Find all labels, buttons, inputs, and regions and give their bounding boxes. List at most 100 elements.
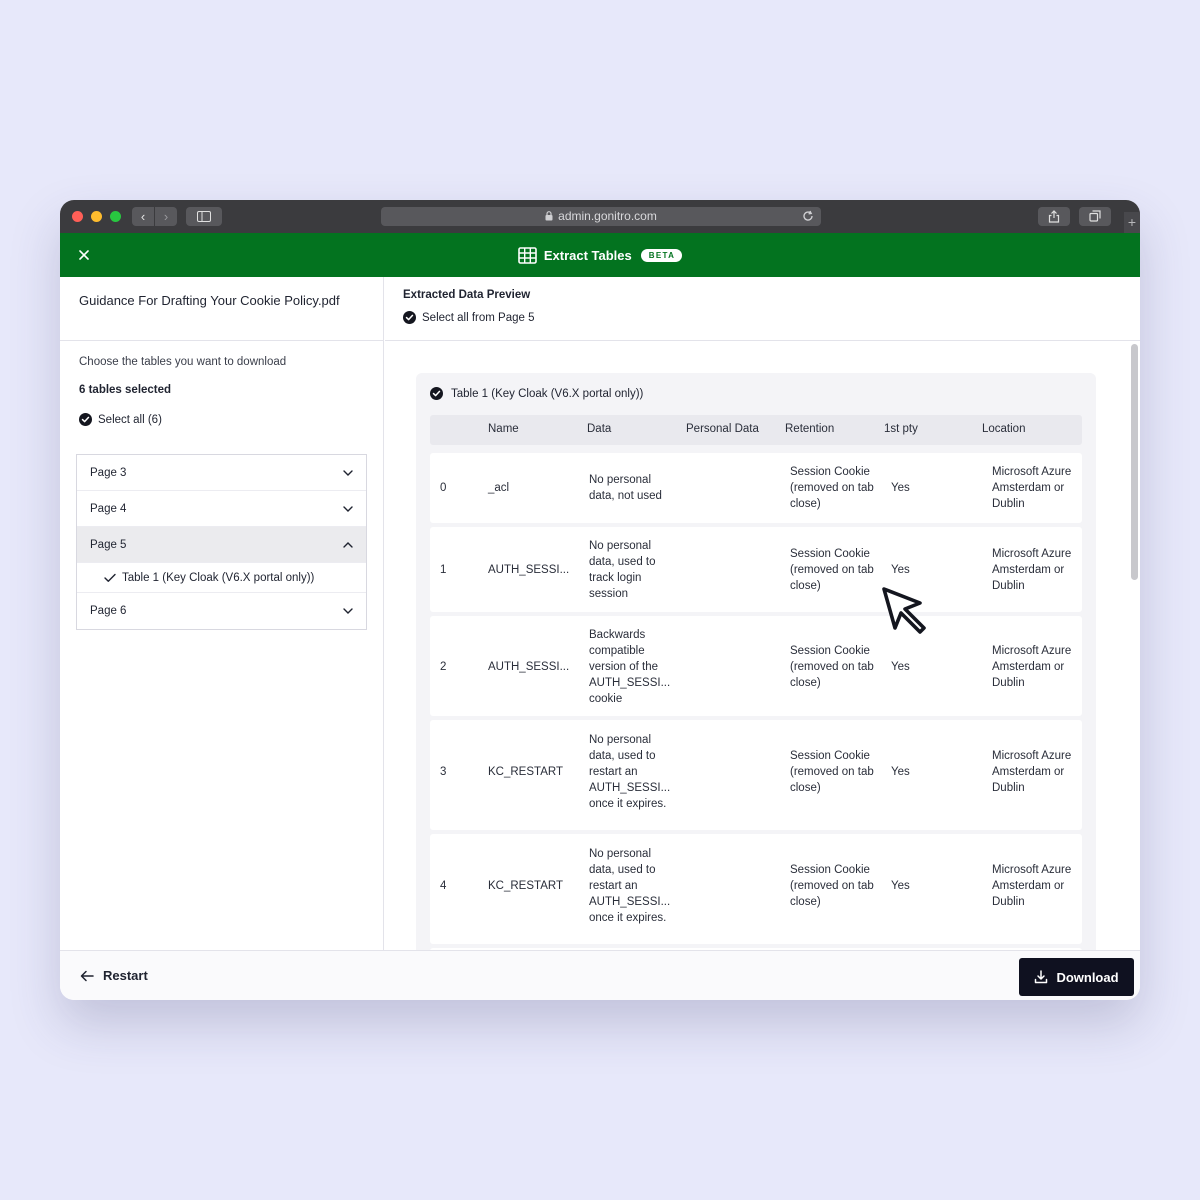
cell-data: No personal data, used to restart an AUT…: [589, 848, 671, 924]
checkmark-icon: [104, 573, 116, 582]
checked-icon: [430, 387, 443, 400]
plus-icon: +: [1127, 214, 1137, 230]
select-page-checkbox[interactable]: Select all from Page 5: [403, 311, 535, 324]
table-select-checkbox[interactable]: Table 1 (Key Cloak (V6.X portal only)): [430, 387, 643, 400]
checked-icon: [403, 311, 416, 324]
preview-scroll-area[interactable]: Table 1 (Key Cloak (V6.X portal only)) N…: [385, 342, 1140, 950]
restart-button[interactable]: Restart: [80, 968, 148, 983]
select-page-label: Select all from Page 5: [422, 311, 535, 324]
row-index: 1: [440, 564, 447, 576]
selection-instruction: Choose the tables you want to download: [79, 356, 287, 368]
cell-location: Microsoft Azure Amsterdam or Dublin: [992, 466, 1072, 510]
browser-forward-button[interactable]: ›: [155, 207, 177, 226]
cell-data: No personal data, used to restart an AUT…: [589, 734, 671, 810]
new-tab-button[interactable]: +: [1124, 212, 1140, 233]
preview-panel: Extracted Data Preview Select all from P…: [385, 277, 1140, 950]
reload-icon[interactable]: [801, 209, 815, 223]
row-index: 2: [440, 661, 447, 673]
app-title: Extract Tables BETA: [60, 233, 1140, 277]
share-icon: [1048, 210, 1060, 223]
window-close-button[interactable]: [72, 211, 83, 222]
cell-first-party: Yes: [891, 661, 910, 673]
table-preview-card: Table 1 (Key Cloak (V6.X portal only)) N…: [416, 373, 1096, 950]
column-header: 1st pty: [884, 423, 918, 435]
table-row: 1 AUTH_SESSI... No personal data, used t…: [430, 527, 1082, 612]
download-button[interactable]: Download: [1019, 958, 1134, 996]
sidebar-icon: [197, 211, 211, 222]
column-header: Data: [587, 423, 612, 435]
share-button[interactable]: [1038, 207, 1070, 226]
page-item-4[interactable]: Page 4: [77, 491, 366, 527]
browser-sidebar-button[interactable]: [186, 207, 222, 226]
mouse-pointer-icon: [882, 587, 926, 634]
cell-first-party: Yes: [891, 880, 910, 892]
page-label: Page 6: [90, 605, 127, 617]
column-header: Location: [982, 423, 1026, 435]
column-header: Retention: [785, 423, 835, 435]
page-label: Page 4: [90, 502, 127, 515]
select-all-label: Select all (6): [98, 413, 162, 426]
table-item[interactable]: Table 1 (Key Cloak (V6.X portal only)): [77, 563, 366, 593]
table-row: 0 _acl No personal data, not used Sessio…: [430, 453, 1082, 523]
address-bar[interactable]: admin.gonitro.com: [381, 207, 821, 226]
page-label: Page 3: [90, 466, 127, 479]
chevron-up-icon: [343, 541, 353, 548]
download-label: Download: [1056, 969, 1119, 985]
browser-window: ‹ › admin.gonitro.com + Extract Tables B…: [60, 200, 1140, 1000]
download-icon: [1035, 970, 1048, 984]
cell-name: KC_RESTART: [488, 880, 563, 892]
address-text: admin.gonitro.com: [558, 209, 657, 223]
table-item-label: Table 1 (Key Cloak (V6.X portal only)): [122, 571, 315, 584]
browser-back-button[interactable]: ‹: [132, 207, 154, 226]
beta-badge: BETA: [640, 248, 683, 262]
cell-name: AUTH_SESSI...: [488, 564, 570, 576]
window-minimize-button[interactable]: [91, 211, 102, 222]
tabs-icon: [1089, 210, 1101, 222]
browser-toolbar: ‹ › admin.gonitro.com +: [60, 200, 1140, 233]
table-row: 3 KC_RESTART No personal data, used to r…: [430, 720, 1082, 830]
table-row: 4 KC_RESTART No personal data, used to r…: [430, 834, 1082, 944]
cell-name: AUTH_SESSI...: [488, 661, 570, 673]
lock-icon: [545, 211, 553, 221]
chevron-down-icon: [343, 608, 353, 614]
selected-count: 6 tables selected: [79, 384, 172, 396]
window-zoom-button[interactable]: [110, 211, 121, 222]
chevron-right-icon: ›: [163, 209, 169, 224]
column-header: Name: [488, 423, 519, 435]
table-icon: [518, 246, 537, 264]
restart-label: Restart: [103, 968, 148, 983]
cell-retention: Session Cookie (removed on tab close): [790, 548, 874, 592]
cell-location: Microsoft Azure Amsterdam or Dublin: [992, 548, 1072, 592]
cell-name: KC_RESTART: [488, 766, 563, 778]
cell-retention: Session Cookie (removed on tab close): [790, 864, 874, 908]
row-index: 3: [440, 766, 447, 778]
cell-retention: Session Cookie (removed on tab close): [790, 645, 874, 689]
cell-retention: Session Cookie (removed on tab close): [790, 750, 874, 794]
row-index: 0: [440, 482, 447, 494]
select-all-checkbox[interactable]: Select all (6): [79, 413, 162, 426]
row-index: 4: [440, 880, 447, 892]
arrow-left-icon: [80, 970, 94, 981]
cell-location: Microsoft Azure Amsterdam or Dublin: [992, 645, 1072, 689]
preview-header: Extracted Data Preview Select all from P…: [385, 277, 1140, 341]
chevron-left-icon: ‹: [140, 209, 146, 224]
cell-data: No personal data, used to track login se…: [589, 540, 656, 600]
vertical-scrollbar[interactable]: [1131, 344, 1138, 580]
tab-overview-button[interactable]: [1079, 207, 1111, 226]
page-item-6[interactable]: Page 6: [77, 593, 366, 629]
checked-icon: [79, 413, 92, 426]
document-name: Guidance For Drafting Your Cookie Policy…: [60, 277, 383, 341]
app-header: Extract Tables BETA: [60, 233, 1140, 277]
page-label: Page 5: [90, 538, 127, 551]
cell-first-party: Yes: [891, 482, 910, 494]
chevron-down-icon: [343, 469, 353, 476]
cell-first-party: Yes: [891, 564, 910, 576]
table-header: Name Data Personal Data Retention 1st pt…: [430, 415, 1082, 445]
column-header: Personal Data: [686, 423, 759, 435]
page-item-5[interactable]: Page 5: [77, 527, 366, 563]
cell-data: No personal data, not used: [589, 474, 662, 502]
table-title: Table 1 (Key Cloak (V6.X portal only)): [451, 387, 644, 400]
page-item-3[interactable]: Page 3: [77, 455, 366, 491]
app-title-text: Extract Tables: [543, 247, 632, 263]
cell-location: Microsoft Azure Amsterdam or Dublin: [992, 750, 1072, 794]
